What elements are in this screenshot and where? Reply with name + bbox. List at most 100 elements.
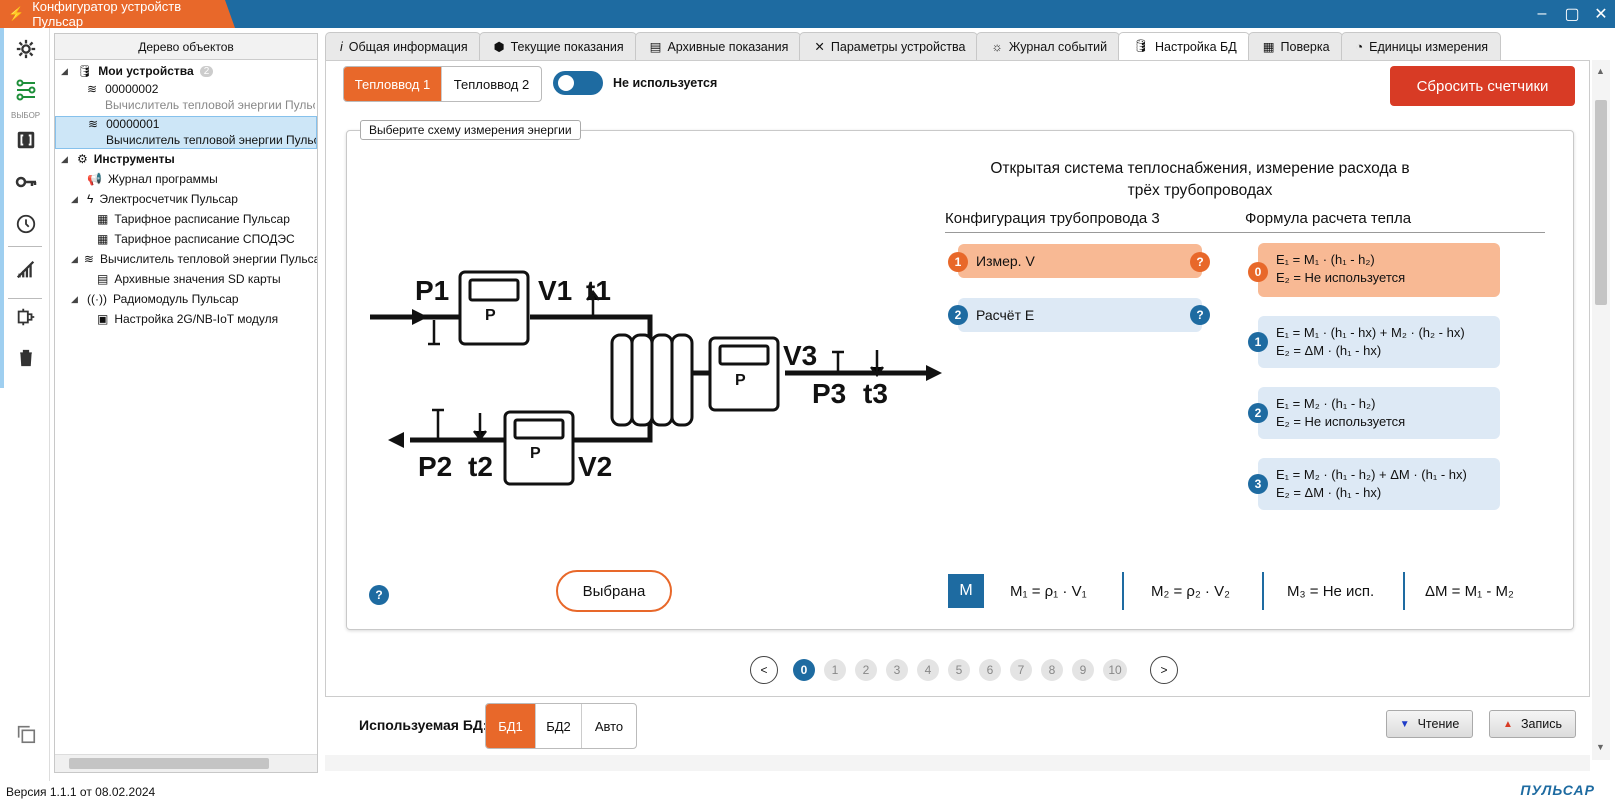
tree-heatcalc-label: Вычислитель тепловой энергии Пульсар [99,252,317,266]
arrow-up-icon: ▲ [1503,718,1513,730]
collapse-arrow-icon[interactable]: ◢ [61,154,71,165]
page-9[interactable]: 9 [1072,659,1094,681]
prev-page-button[interactable]: < [750,656,778,684]
formula-header: Формула расчета тепла [1245,210,1412,227]
tree-archive-sd[interactable]: ▤ Архивные значения SD карты [97,272,281,286]
formula-separator [1262,572,1264,610]
scroll-thumb[interactable] [1595,100,1607,305]
archive-icon: ▤ [649,40,662,54]
tab-general[interactable]: i Общая информация [325,32,481,60]
collapse-arrow-icon[interactable]: ◢ [71,194,81,205]
next-page-button[interactable]: > [1150,656,1178,684]
tree-iot[interactable]: ▣ Настройка 2G/NB-IoT модуля [97,312,278,326]
calendar-icon: ▦ [97,232,109,246]
tree-device-2[interactable]: ≋ 00000001 Вычислитель тепловой энергии П… [55,116,317,149]
chip-icon: ▣ [97,312,109,326]
page-2[interactable]: 2 [855,659,877,681]
heat-input-2-button[interactable]: Тепловвод 2 [442,67,541,101]
toolbar-separator [8,246,42,247]
copy-icon[interactable] [12,720,40,748]
tab-units[interactable]: ◔ Единицы измерения [1340,32,1502,60]
tab-label: Текущие показания [510,39,624,54]
selected-status-button[interactable]: Выбрана [556,570,672,612]
read-button[interactable]: ▼ Чтение [1386,710,1473,738]
arrow-down-icon: ▼ [1399,718,1410,730]
tree-horizontal-scrollbar[interactable] [55,754,317,772]
page-4[interactable]: 4 [917,659,939,681]
tree-my-devices[interactable]: ◢ 🛢 Мои устройства 2 [61,64,214,78]
page-5[interactable]: 5 [948,659,970,681]
hexagon-icon: ⬢ [493,40,505,54]
select-device-icon[interactable] [12,76,40,104]
clock-icon[interactable] [12,210,40,238]
scroll-thumb[interactable] [69,758,269,769]
label-t3: t3 [863,378,888,409]
vertical-scrollbar[interactable]: ▲ ▼ [1592,60,1610,760]
db-label: Используемая БД: [359,717,488,733]
tab-params[interactable]: ✕ Параметры устройства [799,32,979,60]
tree-journal[interactable]: 📢 Журнал программы [87,172,218,186]
formula-option-1[interactable]: E₁ = M₁ · (h₁ - hx) + M₂ · (h₂ - hx) E₂ … [1258,316,1500,368]
write-button[interactable]: ▲ Запись [1489,710,1576,738]
left-toolbar: ВЫБОР [0,28,50,788]
close-button[interactable]: ✕ [1586,0,1615,28]
tab-bar: i Общая информация ⬢ Текущие показания ▤ Ар… [325,32,1502,60]
sensor-icon[interactable] [12,303,40,331]
scroll-down-icon[interactable]: ▼ [1596,742,1605,752]
label-v1: V1 [538,275,572,306]
scroll-up-icon[interactable]: ▲ [1596,66,1605,76]
pipe-option-measure-v[interactable]: Измер. V [958,244,1202,278]
help-icon[interactable]: ? [369,585,389,605]
tree-radio[interactable]: ◢ ((·)) Радиомодуль Пульсар [71,292,239,306]
page-10[interactable]: 10 [1103,659,1127,681]
brackets-icon[interactable] [12,126,40,154]
formula-option-3[interactable]: E₁ = M₂ · (h₁ - h₂) + ΔM · (h₁ - hx) E₂ … [1258,458,1500,510]
pipe-option-calc-e[interactable]: Расчёт E [958,298,1202,332]
formula-e1: E₁ = M₁ · (h₁ - h₂) [1276,252,1375,267]
formula-e2: E₂ = Не используется [1276,270,1406,285]
m3-formula: M₃ = Не исп. [1287,583,1375,600]
usage-toggle[interactable] [553,71,603,95]
tree-heatcalc[interactable]: ◢ ≋ Вычислитель тепловой энергии Пульсар [71,252,317,266]
reset-counters-button[interactable]: Сбросить счетчики [1390,66,1575,106]
page-1[interactable]: 1 [824,659,846,681]
help-icon[interactable]: ? [1190,305,1210,325]
db2-button[interactable]: БД2 [536,704,582,748]
page-0[interactable]: 0 [793,659,815,681]
tab-verification[interactable]: ▦ Поверка [1247,32,1343,60]
page-7[interactable]: 7 [1010,659,1032,681]
tree-device-1[interactable]: ≋ 00000002 Вычислитель тепловой энергии П… [87,82,315,112]
collapse-arrow-icon[interactable]: ◢ [61,66,71,77]
tree-tariff2-label: Тарифное расписание СПОДЭС [114,232,295,246]
maximize-button[interactable]: ▢ [1557,0,1587,28]
trash-icon[interactable] [12,344,40,372]
formula-option-2[interactable]: E₁ = M₂ · (h₁ - h₂) E₂ = Не используется [1258,387,1500,439]
page-3[interactable]: 3 [886,659,908,681]
gear-icon[interactable] [12,35,40,63]
horizontal-scrollbar[interactable] [325,755,1590,771]
tab-current[interactable]: ⬢ Текущие показания [478,32,637,60]
toggle-label: Не используется [613,76,718,90]
tree-tariff-spodes[interactable]: ▦ Тарифное расписание СПОДЭС [97,232,295,246]
tree-tools[interactable]: ◢ ⚙ Инструменты [61,152,175,166]
db1-button[interactable]: БД1 [486,704,536,748]
tree-tariff-pulsar[interactable]: ▦ Тарифное расписание Пульсар [97,212,290,226]
auto-button[interactable]: Авто [582,704,636,748]
tab-archive[interactable]: ▤ Архивные показания [634,32,802,60]
key-icon[interactable] [12,168,40,196]
page-6[interactable]: 6 [979,659,1001,681]
page-8[interactable]: 8 [1041,659,1063,681]
tree-elmeter[interactable]: ◢ ϟ Электросчетчик Пульсар [71,192,238,206]
collapse-arrow-icon[interactable]: ◢ [71,254,78,265]
formula-option-0[interactable]: E₁ = M₁ · (h₁ - h₂) E₂ = Не используется [1258,243,1500,297]
minimize-button[interactable]: – [1527,0,1557,28]
tab-db-settings[interactable]: 🛢 Настройка БД [1118,32,1250,60]
heat-input-1-button[interactable]: Тепловвод 1 [344,67,442,101]
formula-number: 0 [1248,262,1268,282]
collapse-arrow-icon[interactable]: ◢ [71,294,81,305]
no-signal-icon[interactable] [12,256,40,284]
tab-events[interactable]: ☼ Журнал событий [976,32,1121,60]
option-number-1: 1 [948,252,968,272]
help-icon[interactable]: ? [1190,252,1210,272]
meter-label-2: P [530,445,541,462]
